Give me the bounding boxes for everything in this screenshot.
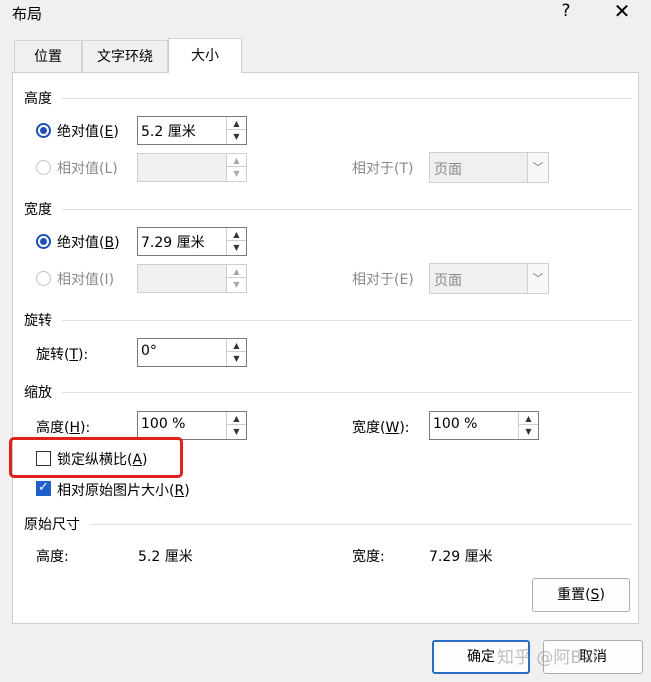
height-relative-to-label: 相对于(T) xyxy=(352,161,414,177)
rotation-section-divider xyxy=(62,320,632,321)
close-button[interactable]: ✕ xyxy=(605,0,639,24)
height-absolute-label: 绝对值(E) xyxy=(57,124,119,140)
width-absolute-value: 7.29 厘米 xyxy=(141,235,205,251)
watermark: 知乎 @阿Bai xyxy=(497,648,598,668)
height-relative-spinner[interactable]: ▲ ▼ xyxy=(137,153,247,182)
original-width-label: 宽度: xyxy=(352,549,385,565)
height-absolute-value: 5.2 厘米 xyxy=(141,124,196,140)
help-button[interactable]: ? xyxy=(554,0,578,24)
scale-width-spinner[interactable]: 100 % ▲ ▼ xyxy=(429,411,539,440)
scale-width-label: 宽度(W): xyxy=(352,420,410,436)
spin-up-icon[interactable]: ▲ xyxy=(519,412,538,425)
spin-up-icon[interactable]: ▲ xyxy=(227,117,246,130)
height-section-divider xyxy=(62,98,632,99)
red-highlight-box xyxy=(9,437,183,478)
relative-to-original-label: 相对原始图片大小(R) xyxy=(57,483,190,499)
scale-section-divider xyxy=(62,392,632,393)
width-relative-to-label: 相对于(E) xyxy=(352,272,414,288)
spin-up-icon[interactable]: ▲ xyxy=(227,339,246,352)
height-relative-label: 相对值(L) xyxy=(57,161,118,177)
spin-up-icon: ▲ xyxy=(227,154,246,167)
rotation-spinner[interactable]: 0° ▲ ▼ xyxy=(137,338,247,367)
height-relative-to-value: 页面 xyxy=(434,162,462,178)
tab-position[interactable]: 位置 xyxy=(14,40,82,72)
spin-down-icon[interactable]: ▼ xyxy=(227,130,246,143)
height-section-title: 高度 xyxy=(24,91,52,107)
width-relative-to-select[interactable]: 页面 ﹀ xyxy=(429,263,549,294)
rotation-value: 0° xyxy=(141,343,157,359)
relative-to-original-checkbox[interactable] xyxy=(36,480,51,496)
scale-section-title: 缩放 xyxy=(24,385,52,401)
spin-down-icon[interactable]: ▼ xyxy=(227,241,246,254)
rotation-section-title: 旋转 xyxy=(24,313,52,329)
spin-down-icon: ▼ xyxy=(233,280,240,289)
height-relative-to-select[interactable]: 页面 ﹀ xyxy=(429,152,549,183)
spin-down-icon[interactable]: ▼ xyxy=(227,352,246,365)
original-height-label: 高度: xyxy=(36,549,69,565)
rotation-label: 旋转(T): xyxy=(36,347,89,363)
tab-size[interactable]: 大小 xyxy=(168,38,242,73)
width-section-title: 宽度 xyxy=(24,202,52,218)
height-relative-radio[interactable] xyxy=(36,160,51,175)
height-absolute-radio[interactable] xyxy=(36,123,51,138)
chevron-down-icon: ﹀ xyxy=(527,264,548,293)
width-relative-to-value: 页面 xyxy=(434,273,462,289)
width-relative-label: 相对值(I) xyxy=(57,272,115,288)
width-absolute-radio[interactable] xyxy=(36,234,51,249)
spin-down-icon[interactable]: ▼ xyxy=(227,425,246,438)
chevron-down-icon: ﹀ xyxy=(527,153,548,182)
width-absolute-label: 绝对值(B) xyxy=(57,235,120,251)
scale-height-spinner[interactable]: 100 % ▲ ▼ xyxy=(137,411,247,440)
scale-height-value: 100 % xyxy=(141,416,186,432)
original-size-section-divider xyxy=(90,524,632,525)
width-relative-spinner[interactable]: ▲ ▼ xyxy=(137,264,247,293)
spin-up-icon[interactable]: ▲ xyxy=(227,412,246,425)
scale-height-label: 高度(H): xyxy=(36,420,91,436)
spin-up-icon: ▲ xyxy=(227,265,246,278)
width-section-divider xyxy=(62,209,632,210)
width-relative-radio[interactable] xyxy=(36,271,51,286)
dialog-title: 布局 xyxy=(12,5,43,23)
spin-down-icon[interactable]: ▼ xyxy=(519,425,538,438)
scale-width-value: 100 % xyxy=(433,416,478,432)
reset-button[interactable]: 重置(S) xyxy=(532,578,630,612)
original-width-value: 7.29 厘米 xyxy=(429,549,493,565)
original-size-section-title: 原始尺寸 xyxy=(24,517,80,533)
original-height-value: 5.2 厘米 xyxy=(138,549,193,565)
spin-down-icon: ▼ xyxy=(233,169,240,178)
spin-up-icon[interactable]: ▲ xyxy=(227,228,246,241)
width-absolute-spinner[interactable]: 7.29 厘米 ▲ ▼ xyxy=(137,227,247,256)
height-absolute-spinner[interactable]: 5.2 厘米 ▲ ▼ xyxy=(137,116,247,145)
tab-text-wrapping[interactable]: 文字环绕 xyxy=(82,40,168,72)
